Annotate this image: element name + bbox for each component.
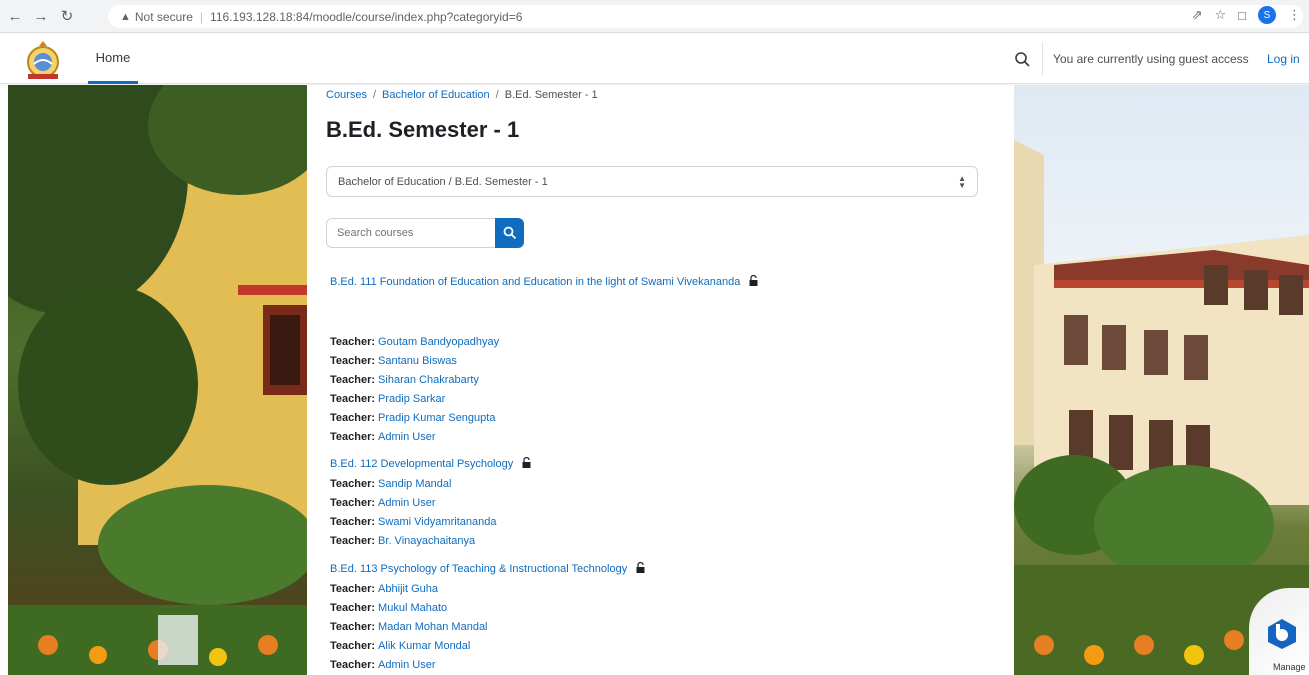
teacher-name-link[interactable]: Goutam Bandyopadhyay: [378, 336, 499, 348]
category-select[interactable]: Bachelor of Education / B.Ed. Semester -…: [326, 166, 978, 197]
browser-toolbar: ← → ↻ ▲ Not secure | 116.193.128.18:84/m…: [0, 0, 1309, 33]
search-icon[interactable]: [1012, 49, 1034, 71]
manage-badge[interactable]: Manage: [1249, 588, 1309, 675]
teacher-name-link[interactable]: Siharan Chakrabarty: [378, 374, 479, 386]
search-courses-button[interactable]: [495, 218, 524, 248]
teacher-label: Teacher:: [330, 393, 376, 405]
teacher-entry: Teacher: Sandip Mandal: [330, 478, 451, 490]
teacher-label: Teacher:: [330, 336, 376, 348]
course-title: B.Ed. 111 Foundation of Education and Ed…: [330, 276, 741, 288]
url-text: 116.193.128.18:84/moodle/course/index.ph…: [210, 9, 523, 24]
teacher-name-link[interactable]: Pradip Sarkar: [378, 393, 445, 405]
address-bar[interactable]: ▲ Not secure | 116.193.128.18:84/moodle/…: [108, 5, 1303, 28]
teacher-name-link[interactable]: Mukul Mahato: [378, 602, 447, 614]
site-logo[interactable]: [22, 40, 64, 80]
breadcrumb-separator: /: [372, 89, 377, 101]
teacher-label: Teacher:: [330, 497, 376, 509]
teacher-name-link[interactable]: Admin User: [378, 497, 435, 509]
manage-logo-icon: [1268, 619, 1296, 649]
background-photo-right: [1014, 85, 1309, 675]
teacher-name-link[interactable]: Pradip Kumar Sengupta: [378, 412, 495, 424]
teacher-label: Teacher:: [330, 535, 376, 547]
teacher-name-link[interactable]: Alik Kumar Mondal: [378, 640, 470, 652]
breadcrumb-separator: /: [495, 89, 499, 101]
teacher-label: Teacher:: [330, 355, 376, 367]
teacher-entry: Teacher: Mukul Mahato: [330, 602, 447, 614]
teacher-entry: Teacher: Santanu Biswas: [330, 355, 457, 367]
manage-label: Manage: [1273, 662, 1306, 672]
teacher-label: Teacher:: [330, 374, 376, 386]
teacher-entry: Teacher: Swami Vidyamritananda: [330, 516, 496, 528]
course-link[interactable]: B.Ed. 111 Foundation of Education and Ed…: [330, 275, 758, 288]
search-icon: [503, 226, 516, 240]
teacher-entry: Teacher: Pradip Kumar Sengupta: [330, 412, 495, 424]
forward-icon[interactable]: →: [30, 5, 52, 27]
course-link[interactable]: B.Ed. 112 Developmental Psychology: [330, 457, 531, 470]
back-icon[interactable]: ←: [4, 5, 26, 27]
background-photo-left: [8, 85, 307, 675]
breadcrumb-bachelor-of-education[interactable]: Bachelor of Education: [382, 89, 490, 101]
profile-avatar[interactable]: S: [1258, 6, 1276, 24]
breadcrumb: Courses / Bachelor of Education / B.Ed. Seme…: [326, 89, 598, 101]
teacher-entry: Teacher: Admin User: [330, 497, 436, 509]
teacher-label: Teacher:: [330, 431, 376, 443]
teacher-name-link[interactable]: Admin User: [378, 431, 435, 443]
teacher-label: Teacher:: [330, 412, 376, 424]
teacher-entry: Teacher: Br. Vinayachaitanya: [330, 535, 475, 547]
browser-actions: ⇗ ☆ □ S ⋮: [1192, 6, 1301, 24]
teacher-entry: Teacher: Siharan Chakrabarty: [330, 374, 479, 386]
teacher-entry: Teacher: Alik Kumar Mondal: [330, 640, 470, 652]
teacher-name-link[interactable]: Madan Mohan Mandal: [378, 621, 487, 633]
teacher-entry: Teacher: Abhijit Guha: [330, 583, 438, 595]
teacher-name-link[interactable]: Sandip Mandal: [378, 478, 451, 490]
teacher-entry: Teacher: Goutam Bandyopadhyay: [330, 336, 499, 348]
teacher-name-link[interactable]: Abhijit Guha: [378, 583, 438, 595]
address-separator: |: [199, 9, 204, 24]
teacher-label: Teacher:: [330, 659, 376, 671]
bookmark-star-icon[interactable]: ☆: [1214, 7, 1226, 23]
teacher-label: Teacher:: [330, 621, 376, 633]
guest-access-lock-icon: [522, 457, 531, 468]
teacher-entry: Teacher: Admin User: [330, 659, 436, 671]
warning-icon: ▲: [120, 10, 131, 23]
teacher-label: Teacher:: [330, 583, 376, 595]
page-title: B.Ed. Semester - 1: [326, 117, 520, 142]
teacher-label: Teacher:: [330, 640, 376, 652]
teacher-name-link[interactable]: Admin User: [378, 659, 435, 671]
guest-access-notice: You are currently using guest access: [1053, 52, 1249, 66]
security-label: Not secure: [134, 9, 193, 24]
teacher-label: Teacher:: [330, 602, 376, 614]
course-link[interactable]: B.Ed. 113 Psychology of Teaching & Instr…: [330, 562, 645, 575]
navbar-divider: [1042, 42, 1043, 76]
site-navbar: Home You are currently using guest acces…: [0, 34, 1309, 84]
category-select-value: Bachelor of Education / B.Ed. Semester -…: [338, 175, 548, 188]
window-icon[interactable]: □: [1238, 8, 1246, 23]
course-title: B.Ed. 112 Developmental Psychology: [330, 458, 514, 470]
select-arrows-icon: ▲ ▼: [958, 174, 966, 190]
login-link[interactable]: Log in: [1267, 52, 1300, 66]
teacher-name-link[interactable]: Swami Vidyamritananda: [378, 516, 496, 528]
menu-dots-icon[interactable]: ⋮: [1288, 7, 1301, 23]
guest-access-lock-icon: [749, 275, 758, 286]
main-content: Courses / Bachelor of Education / B.Ed. Seme…: [307, 85, 1014, 675]
teacher-entry: Teacher: Madan Mohan Mandal: [330, 621, 488, 633]
teacher-name-link[interactable]: Santanu Biswas: [378, 355, 457, 367]
nav-home-link[interactable]: Home: [88, 34, 138, 84]
guest-access-lock-icon: [636, 562, 645, 573]
share-icon[interactable]: ⇗: [1192, 7, 1203, 23]
breadcrumb-courses[interactable]: Courses: [326, 89, 367, 101]
teacher-name-link[interactable]: Br. Vinayachaitanya: [378, 535, 475, 547]
search-courses-input[interactable]: Search courses: [326, 218, 496, 248]
teacher-entry: Teacher: Pradip Sarkar: [330, 393, 445, 405]
course-title: B.Ed. 113 Psychology of Teaching & Instr…: [330, 563, 628, 575]
breadcrumb-current: B.Ed. Semester - 1: [504, 89, 598, 101]
teacher-entry: Teacher: Admin User: [330, 431, 436, 443]
teacher-label: Teacher:: [330, 478, 376, 490]
teacher-label: Teacher:: [330, 516, 376, 528]
reload-icon[interactable]: ↻: [56, 5, 78, 27]
